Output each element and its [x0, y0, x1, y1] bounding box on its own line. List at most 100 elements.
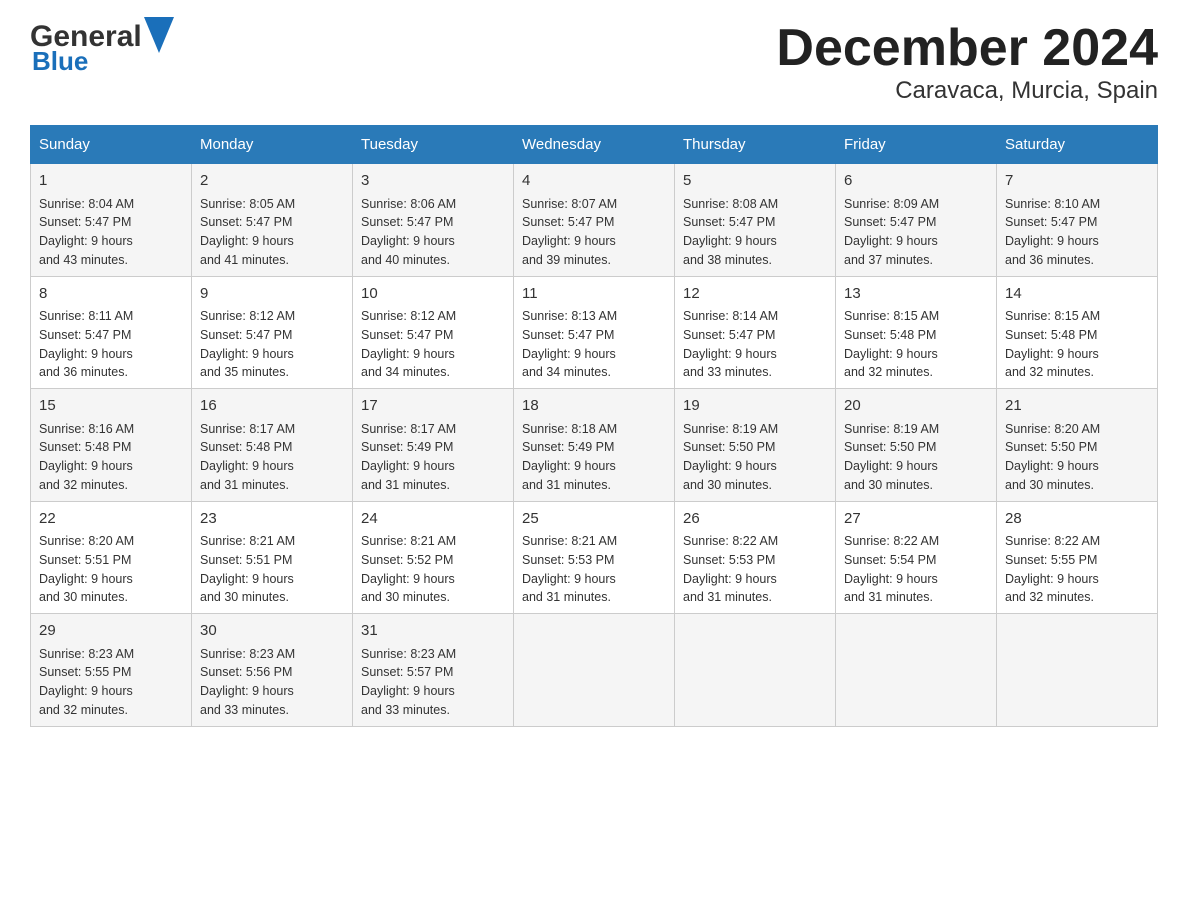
day-number: 1: [39, 170, 183, 193]
day-number: 18: [522, 395, 666, 418]
day-info: Sunrise: 8:22 AMSunset: 5:54 PMDaylight:…: [844, 532, 988, 607]
day-info: Sunrise: 8:21 AMSunset: 5:52 PMDaylight:…: [361, 532, 505, 607]
day-info: Sunrise: 8:15 AMSunset: 5:48 PMDaylight:…: [844, 307, 988, 382]
header-sunday: Sunday: [31, 126, 192, 164]
logo: General Blue: [30, 20, 174, 77]
day-info: Sunrise: 8:19 AMSunset: 5:50 PMDaylight:…: [844, 420, 988, 495]
table-row: 20Sunrise: 8:19 AMSunset: 5:50 PMDayligh…: [836, 389, 997, 502]
day-info: Sunrise: 8:19 AMSunset: 5:50 PMDaylight:…: [683, 420, 827, 495]
day-number: 28: [1005, 508, 1149, 531]
day-info: Sunrise: 8:20 AMSunset: 5:51 PMDaylight:…: [39, 532, 183, 607]
day-number: 22: [39, 508, 183, 531]
day-info: Sunrise: 8:16 AMSunset: 5:48 PMDaylight:…: [39, 420, 183, 495]
page-subtitle: Caravaca, Murcia, Spain: [776, 77, 1158, 105]
day-info: Sunrise: 8:07 AMSunset: 5:47 PMDaylight:…: [522, 195, 666, 270]
header-monday: Monday: [192, 126, 353, 164]
header-thursday: Thursday: [675, 126, 836, 164]
header-wednesday: Wednesday: [514, 126, 675, 164]
day-number: 25: [522, 508, 666, 531]
day-info: Sunrise: 8:12 AMSunset: 5:47 PMDaylight:…: [200, 307, 344, 382]
table-row: 3Sunrise: 8:06 AMSunset: 5:47 PMDaylight…: [353, 164, 514, 277]
day-info: Sunrise: 8:15 AMSunset: 5:48 PMDaylight:…: [1005, 307, 1149, 382]
calendar-table: Sunday Monday Tuesday Wednesday Thursday…: [30, 125, 1158, 727]
day-info: Sunrise: 8:18 AMSunset: 5:49 PMDaylight:…: [522, 420, 666, 495]
day-number: 26: [683, 508, 827, 531]
day-info: Sunrise: 8:17 AMSunset: 5:49 PMDaylight:…: [361, 420, 505, 495]
table-row: 21Sunrise: 8:20 AMSunset: 5:50 PMDayligh…: [997, 389, 1158, 502]
table-row: 29Sunrise: 8:23 AMSunset: 5:55 PMDayligh…: [31, 614, 192, 727]
header-saturday: Saturday: [997, 126, 1158, 164]
table-row: 27Sunrise: 8:22 AMSunset: 5:54 PMDayligh…: [836, 501, 997, 614]
table-row: 14Sunrise: 8:15 AMSunset: 5:48 PMDayligh…: [997, 276, 1158, 389]
page-title: December 2024: [776, 20, 1158, 77]
table-row: 16Sunrise: 8:17 AMSunset: 5:48 PMDayligh…: [192, 389, 353, 502]
table-row: 23Sunrise: 8:21 AMSunset: 5:51 PMDayligh…: [192, 501, 353, 614]
day-info: Sunrise: 8:23 AMSunset: 5:57 PMDaylight:…: [361, 645, 505, 720]
day-number: 7: [1005, 170, 1149, 193]
table-row: 9Sunrise: 8:12 AMSunset: 5:47 PMDaylight…: [192, 276, 353, 389]
day-number: 30: [200, 620, 344, 643]
day-number: 4: [522, 170, 666, 193]
day-number: 19: [683, 395, 827, 418]
day-number: 15: [39, 395, 183, 418]
calendar-week-row: 15Sunrise: 8:16 AMSunset: 5:48 PMDayligh…: [31, 389, 1158, 502]
day-info: Sunrise: 8:08 AMSunset: 5:47 PMDaylight:…: [683, 195, 827, 270]
day-info: Sunrise: 8:12 AMSunset: 5:47 PMDaylight:…: [361, 307, 505, 382]
day-number: 16: [200, 395, 344, 418]
table-row: [997, 614, 1158, 727]
calendar-week-row: 22Sunrise: 8:20 AMSunset: 5:51 PMDayligh…: [31, 501, 1158, 614]
table-row: 13Sunrise: 8:15 AMSunset: 5:48 PMDayligh…: [836, 276, 997, 389]
table-row: 18Sunrise: 8:18 AMSunset: 5:49 PMDayligh…: [514, 389, 675, 502]
header-friday: Friday: [836, 126, 997, 164]
day-info: Sunrise: 8:22 AMSunset: 5:55 PMDaylight:…: [1005, 532, 1149, 607]
day-info: Sunrise: 8:11 AMSunset: 5:47 PMDaylight:…: [39, 307, 183, 382]
day-number: 17: [361, 395, 505, 418]
day-number: 3: [361, 170, 505, 193]
day-info: Sunrise: 8:22 AMSunset: 5:53 PMDaylight:…: [683, 532, 827, 607]
day-info: Sunrise: 8:21 AMSunset: 5:51 PMDaylight:…: [200, 532, 344, 607]
table-row: 5Sunrise: 8:08 AMSunset: 5:47 PMDaylight…: [675, 164, 836, 277]
day-number: 11: [522, 283, 666, 306]
day-info: Sunrise: 8:21 AMSunset: 5:53 PMDaylight:…: [522, 532, 666, 607]
day-info: Sunrise: 8:10 AMSunset: 5:47 PMDaylight:…: [1005, 195, 1149, 270]
table-row: 22Sunrise: 8:20 AMSunset: 5:51 PMDayligh…: [31, 501, 192, 614]
page-header: General Blue December 2024 Caravaca, Mur…: [30, 20, 1158, 105]
logo-blue-text: Blue: [32, 46, 88, 77]
table-row: 1Sunrise: 8:04 AMSunset: 5:47 PMDaylight…: [31, 164, 192, 277]
day-number: 10: [361, 283, 505, 306]
table-row: 7Sunrise: 8:10 AMSunset: 5:47 PMDaylight…: [997, 164, 1158, 277]
day-info: Sunrise: 8:23 AMSunset: 5:56 PMDaylight:…: [200, 645, 344, 720]
calendar-header-row: Sunday Monday Tuesday Wednesday Thursday…: [31, 126, 1158, 164]
title-section: December 2024 Caravaca, Murcia, Spain: [776, 20, 1158, 105]
day-info: Sunrise: 8:17 AMSunset: 5:48 PMDaylight:…: [200, 420, 344, 495]
day-info: Sunrise: 8:14 AMSunset: 5:47 PMDaylight:…: [683, 307, 827, 382]
day-info: Sunrise: 8:06 AMSunset: 5:47 PMDaylight:…: [361, 195, 505, 270]
day-number: 24: [361, 508, 505, 531]
day-number: 12: [683, 283, 827, 306]
day-info: Sunrise: 8:23 AMSunset: 5:55 PMDaylight:…: [39, 645, 183, 720]
header-tuesday: Tuesday: [353, 126, 514, 164]
day-number: 31: [361, 620, 505, 643]
day-number: 21: [1005, 395, 1149, 418]
table-row: 25Sunrise: 8:21 AMSunset: 5:53 PMDayligh…: [514, 501, 675, 614]
table-row: 17Sunrise: 8:17 AMSunset: 5:49 PMDayligh…: [353, 389, 514, 502]
day-number: 8: [39, 283, 183, 306]
table-row: 28Sunrise: 8:22 AMSunset: 5:55 PMDayligh…: [997, 501, 1158, 614]
day-number: 29: [39, 620, 183, 643]
day-info: Sunrise: 8:20 AMSunset: 5:50 PMDaylight:…: [1005, 420, 1149, 495]
table-row: 10Sunrise: 8:12 AMSunset: 5:47 PMDayligh…: [353, 276, 514, 389]
table-row: 19Sunrise: 8:19 AMSunset: 5:50 PMDayligh…: [675, 389, 836, 502]
day-number: 5: [683, 170, 827, 193]
day-number: 20: [844, 395, 988, 418]
day-info: Sunrise: 8:05 AMSunset: 5:47 PMDaylight:…: [200, 195, 344, 270]
calendar-week-row: 1Sunrise: 8:04 AMSunset: 5:47 PMDaylight…: [31, 164, 1158, 277]
table-row: 12Sunrise: 8:14 AMSunset: 5:47 PMDayligh…: [675, 276, 836, 389]
table-row: 8Sunrise: 8:11 AMSunset: 5:47 PMDaylight…: [31, 276, 192, 389]
table-row: 11Sunrise: 8:13 AMSunset: 5:47 PMDayligh…: [514, 276, 675, 389]
table-row: 4Sunrise: 8:07 AMSunset: 5:47 PMDaylight…: [514, 164, 675, 277]
table-row: 31Sunrise: 8:23 AMSunset: 5:57 PMDayligh…: [353, 614, 514, 727]
day-number: 13: [844, 283, 988, 306]
logo-arrow-icon: [144, 17, 174, 53]
table-row: 6Sunrise: 8:09 AMSunset: 5:47 PMDaylight…: [836, 164, 997, 277]
day-number: 9: [200, 283, 344, 306]
